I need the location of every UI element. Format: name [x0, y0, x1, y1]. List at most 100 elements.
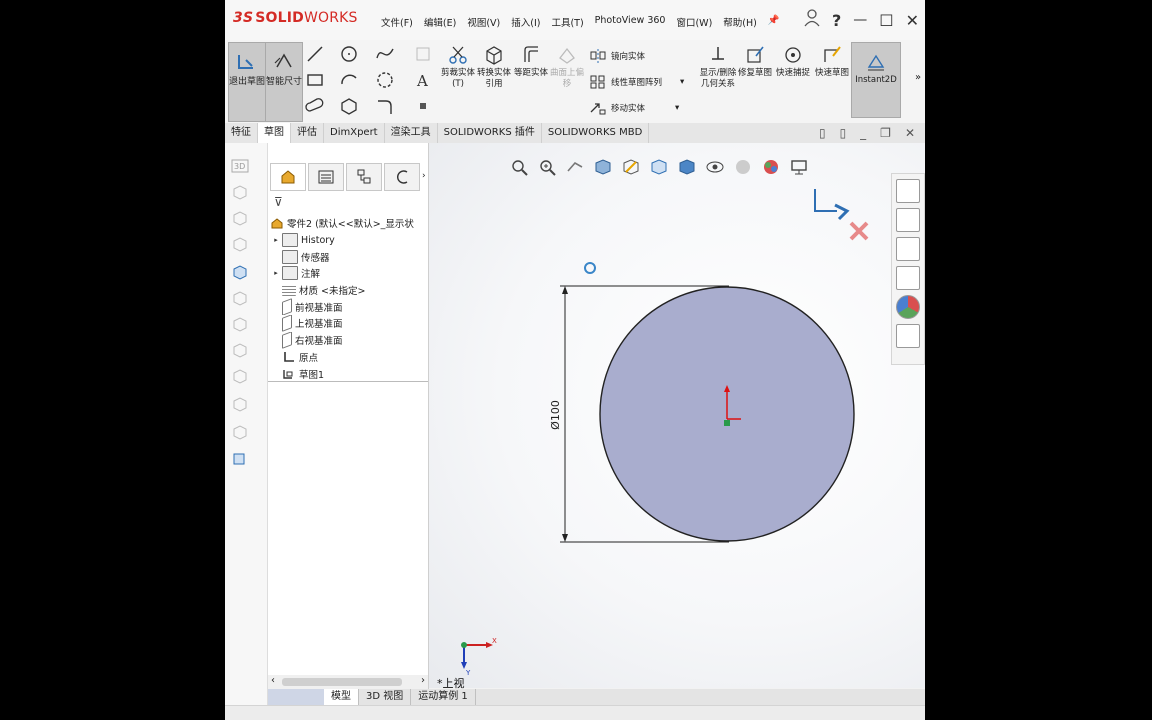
tab-dimxpert[interactable]: DimXpert: [324, 123, 385, 143]
user-icon[interactable]: [804, 9, 820, 31]
circle-tool[interactable]: [339, 44, 365, 66]
chevron-right-icon[interactable]: ›: [422, 163, 426, 191]
menu-window[interactable]: 窗口(W): [676, 15, 712, 29]
view-icon[interactable]: [231, 395, 249, 413]
tab-motion-study[interactable]: 运动算例 1: [411, 689, 476, 705]
maximize-icon[interactable]: ☐: [879, 11, 893, 30]
view-icon[interactable]: [231, 423, 249, 441]
tab-3d-view[interactable]: 3D 视图: [359, 689, 412, 705]
convert-entities-button[interactable]: 转换实体引用: [475, 44, 513, 90]
tree-root-part[interactable]: 零件2 (默认<<默认>_显示状: [270, 215, 428, 232]
rapid-sketch-button[interactable]: 快速草图: [813, 44, 851, 79]
tree-item-top-plane[interactable]: 上视基准面: [270, 315, 428, 332]
chevron-down-icon[interactable]: ▾: [680, 77, 684, 87]
tree-item-annotations[interactable]: ▸ 注解: [270, 265, 428, 282]
tree-item-right-plane[interactable]: 右视基准面: [270, 331, 428, 349]
menu-edit[interactable]: 编辑(E): [424, 15, 456, 29]
tab-solidworks-mbd[interactable]: SOLIDWORKS MBD: [542, 123, 650, 143]
menu-insert[interactable]: 插入(I): [511, 15, 540, 29]
graphics-area[interactable]: Ø100 X Y *上视: [429, 143, 925, 690]
pin-icon[interactable]: 📌: [768, 15, 780, 29]
dimension-text[interactable]: Ø100: [549, 400, 562, 430]
tree-item-sketch1[interactable]: 草图1: [270, 365, 428, 382]
tree-item-history[interactable]: ▸ History: [270, 232, 428, 249]
polygon-tool[interactable]: [339, 96, 365, 118]
tab-evaluate[interactable]: 评估: [291, 123, 324, 143]
tab-sketch[interactable]: 草图: [258, 123, 291, 143]
tree-item-origin[interactable]: 原点: [270, 349, 428, 366]
home-icon[interactable]: [896, 179, 920, 203]
tile-left-icon[interactable]: ▯: [819, 126, 826, 140]
view-palette-icon[interactable]: [896, 266, 920, 290]
tab-render-tools[interactable]: 渲染工具: [385, 123, 438, 143]
rectangle-tool[interactable]: [305, 70, 331, 92]
view-icon[interactable]: [231, 341, 249, 359]
scroll-left-icon[interactable]: ‹: [271, 675, 275, 686]
chevron-right-icon[interactable]: »: [915, 72, 921, 83]
tab-navigation-arrows[interactable]: [268, 689, 324, 705]
view-icon[interactable]: [231, 315, 249, 333]
mirror-entities-button[interactable]: 镜向实体: [589, 48, 645, 64]
trim-button[interactable]: 剪裁实体(T): [439, 44, 477, 90]
design-library-icon[interactable]: [896, 208, 920, 232]
menu-photoview[interactable]: PhotoView 360: [595, 15, 666, 29]
doc-minimize-icon[interactable]: _: [860, 126, 866, 140]
view-icon[interactable]: [231, 183, 249, 201]
text-tool[interactable]: A: [413, 70, 439, 92]
ellipse-tool[interactable]: [375, 70, 401, 92]
repair-sketch-button[interactable]: 修复草图: [736, 44, 774, 79]
linear-pattern-button[interactable]: 线性草图阵列 ▾: [589, 74, 684, 90]
scrollbar-thumb[interactable]: [282, 678, 402, 686]
custom-properties-icon[interactable]: [896, 324, 920, 348]
horizontal-scrollbar[interactable]: ‹ ›: [268, 675, 428, 689]
doc-close-icon[interactable]: ✕: [905, 126, 915, 140]
display-relations-button[interactable]: 显示/删除几何关系: [699, 44, 737, 90]
arc-tool[interactable]: [339, 70, 365, 92]
chevron-down-icon[interactable]: ▾: [675, 103, 679, 113]
tab-solidworks-addins[interactable]: SOLIDWORKS 插件: [438, 123, 542, 143]
expand-arrow-icon[interactable]: ▸: [270, 236, 282, 244]
help-button[interactable]: ?: [832, 11, 841, 30]
quick-snaps-button[interactable]: 快速捕捉: [774, 44, 812, 79]
instant2d-button[interactable]: Instant2D: [851, 42, 901, 118]
view-icon[interactable]: [231, 209, 249, 227]
feature-tree-tab[interactable]: [270, 163, 306, 191]
dimxpert-manager-tab[interactable]: [384, 163, 420, 191]
appearances-icon[interactable]: [896, 295, 920, 319]
menu-help[interactable]: 帮助(H): [723, 15, 757, 29]
tree-item-material[interactable]: 材质 <未指定>: [270, 282, 428, 299]
sketch-point-icon[interactable]: [584, 262, 596, 274]
file-explorer-icon[interactable]: [896, 237, 920, 261]
scroll-right-icon[interactable]: ›: [421, 675, 425, 686]
smart-dimension-button[interactable]: 智能尺寸: [265, 42, 303, 122]
tab-model[interactable]: 模型: [324, 689, 359, 705]
point-tool[interactable]: [413, 96, 439, 118]
configuration-manager-tab[interactable]: [346, 163, 382, 191]
tree-item-sensors[interactable]: 传感器: [270, 248, 428, 265]
menu-file[interactable]: 文件(F): [381, 15, 413, 29]
view-icon[interactable]: [231, 289, 249, 307]
slot-tool[interactable]: [305, 96, 331, 118]
view-icon[interactable]: [231, 235, 249, 253]
spline-tool[interactable]: [375, 44, 401, 66]
exit-sketch-button[interactable]: 退出草图: [228, 42, 266, 122]
tree-item-front-plane[interactable]: 前视基准面: [270, 298, 428, 316]
property-manager-tab[interactable]: [308, 163, 344, 191]
menu-tools[interactable]: 工具(T): [551, 15, 583, 29]
minimize-icon[interactable]: —: [853, 12, 867, 28]
offset-entities-button[interactable]: 等距实体: [512, 44, 550, 79]
menu-view[interactable]: 视图(V): [467, 15, 500, 29]
filter-icon[interactable]: ⊽: [274, 195, 283, 209]
tab-features[interactable]: 特征: [225, 123, 258, 143]
doc-restore-icon[interactable]: ❐: [880, 126, 891, 140]
solidworks-logo[interactable]: 3S SOLIDWORKS: [233, 10, 358, 26]
expand-arrow-icon[interactable]: ▸: [270, 269, 282, 277]
tile-right-icon[interactable]: ▯: [840, 126, 847, 140]
view-icon[interactable]: [231, 367, 249, 385]
normal-to-icon[interactable]: [231, 263, 249, 281]
3d-icon[interactable]: 3D: [231, 157, 249, 175]
line-tool[interactable]: [305, 44, 331, 66]
fillet-tool[interactable]: [375, 96, 401, 118]
view-orientation-icon[interactable]: [231, 449, 249, 467]
close-icon[interactable]: ✕: [906, 11, 919, 30]
